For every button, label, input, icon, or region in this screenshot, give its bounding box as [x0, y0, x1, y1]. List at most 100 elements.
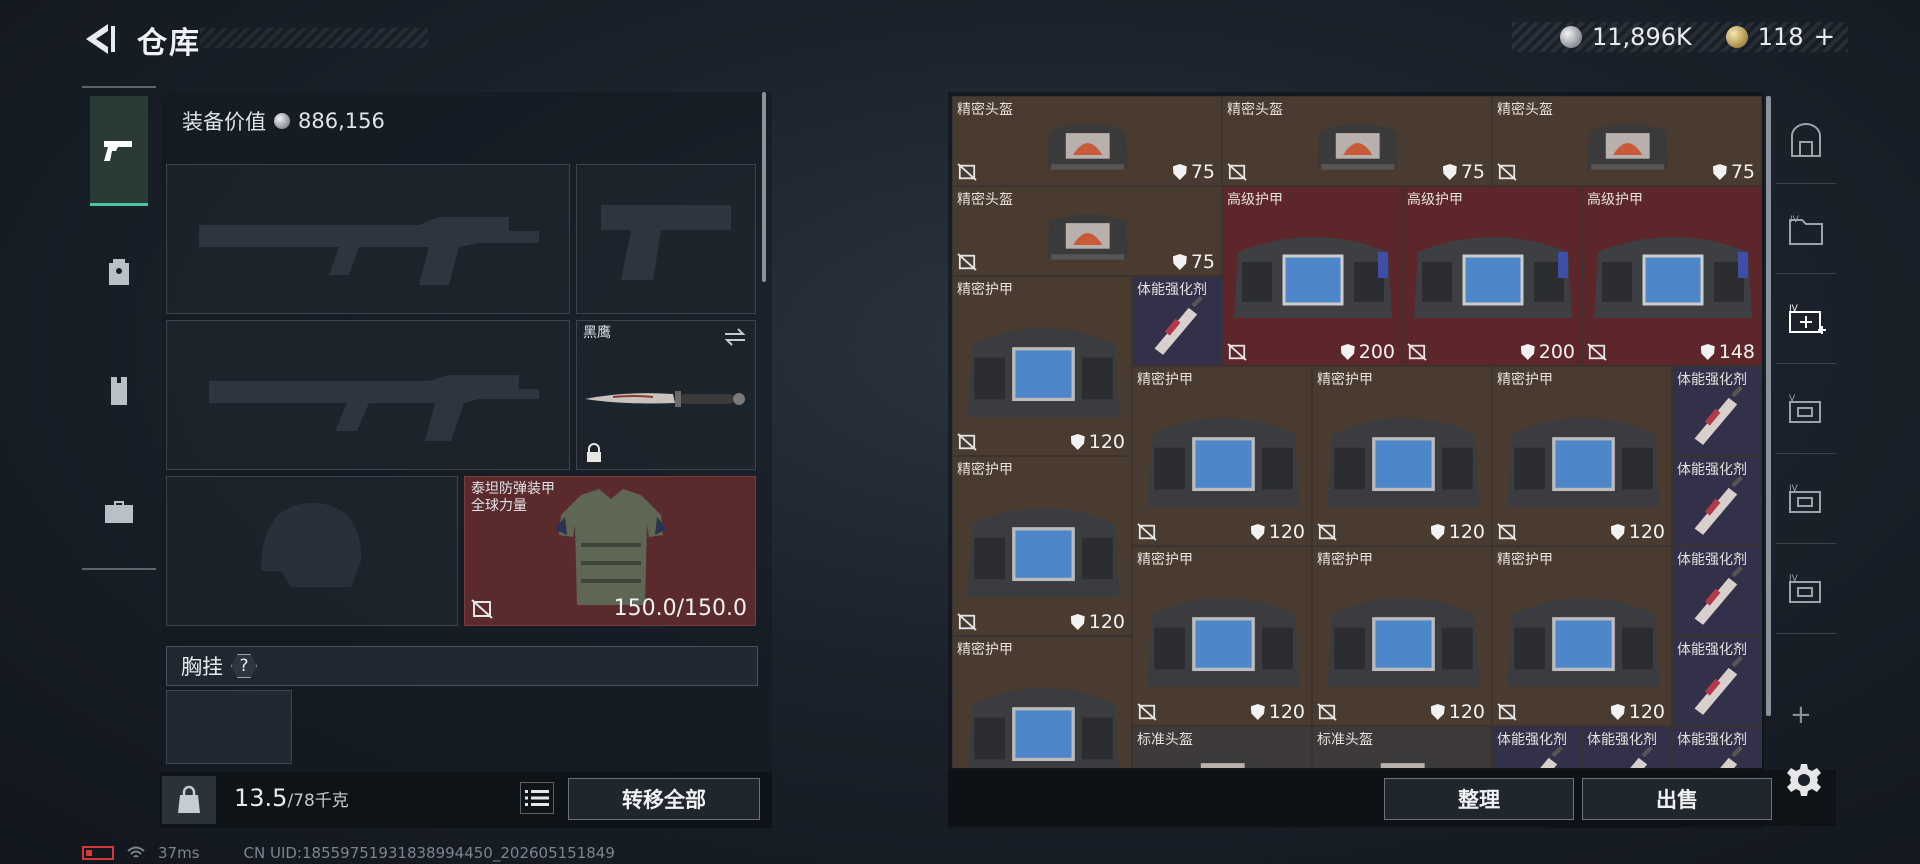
armor-big-icon	[1588, 222, 1758, 336]
stash-item[interactable]: 标准头盔	[1132, 726, 1312, 768]
chest-rig-slot[interactable]	[166, 690, 292, 764]
stash-item-name: 标准头盔	[1317, 732, 1373, 748]
stash-item-durability: 75	[1442, 161, 1485, 183]
stash-item-name: 精密护甲	[1137, 372, 1193, 388]
stash-item[interactable]: 精密头盔 75	[1492, 96, 1762, 186]
sort-button[interactable]: 整理	[1384, 778, 1574, 820]
stash-item[interactable]: 精密头盔 75	[952, 186, 1222, 276]
syringe-icon	[1686, 563, 1750, 631]
stash-item[interactable]: 高级护甲 200	[1402, 186, 1582, 366]
helmet-icon	[1042, 113, 1133, 181]
add-stash-tab-button[interactable]: +	[1790, 700, 1812, 730]
stash-item[interactable]: 高级护甲 200	[1222, 186, 1402, 366]
melee-slot[interactable]: 黑鹰	[576, 320, 756, 470]
svg-text:IV: IV	[1789, 484, 1799, 494]
primary-weapon-slot[interactable]	[166, 164, 570, 314]
syringe-icon	[1686, 653, 1750, 721]
equipment-value: 装备价值 886,156	[182, 106, 385, 136]
stash-item[interactable]: 体能强化剂	[1672, 366, 1762, 456]
helmet-slot[interactable]	[166, 476, 458, 626]
sell-button[interactable]: 出售	[1582, 778, 1772, 820]
add-currency-button[interactable]: +	[1814, 22, 1836, 52]
tab-stash-5[interactable]: V	[1776, 366, 1836, 454]
sidearm-slot[interactable]	[576, 164, 756, 314]
armor-big-icon	[1408, 222, 1578, 336]
stash-item[interactable]: 精密护甲120	[1312, 366, 1492, 546]
help-button[interactable]: ?	[231, 654, 257, 678]
stash-scrollbar[interactable]	[1766, 96, 1771, 716]
stash-item[interactable]: 精密护甲120	[1492, 366, 1672, 546]
tab-case[interactable]	[90, 456, 148, 566]
secondary-weapon-slot[interactable]	[166, 320, 570, 470]
shield-icon	[1610, 524, 1625, 540]
no-trade-icon	[1137, 703, 1157, 721]
stash-item-value: 75	[1190, 161, 1215, 183]
stash-item[interactable]: 体能强化剂	[1672, 456, 1762, 546]
stash-item[interactable]: 精密头盔 75	[952, 96, 1222, 186]
shield-icon	[1700, 344, 1715, 360]
stash-item-durability: 120	[1610, 701, 1665, 723]
title-decoration	[200, 28, 428, 48]
armor-durability: 150.0/150.0	[613, 596, 747, 621]
tab-stash-4d[interactable]: IV	[1776, 546, 1836, 634]
stash-item[interactable]: 体能强化剂	[1672, 726, 1762, 768]
page-title: 仓库	[137, 26, 201, 61]
equipment-scrollbar[interactable]	[762, 92, 766, 282]
stash-item[interactable]: 标准头盔	[1312, 726, 1492, 768]
vault-icon	[1791, 122, 1821, 157]
stash-item[interactable]: 体能强化剂	[1672, 636, 1762, 726]
stash-item[interactable]: 精密护甲120	[1492, 546, 1672, 726]
stash-item-name: 体能强化剂	[1677, 372, 1747, 388]
armor-icon	[1321, 577, 1486, 702]
stash-item-name: 体能强化剂	[1677, 462, 1747, 478]
tab-stash-4c[interactable]: IV	[1776, 456, 1836, 544]
stash-item-name: 精密护甲	[957, 282, 1013, 298]
tab-weapons[interactable]	[90, 96, 148, 206]
lock-icon	[587, 443, 601, 462]
stash-item[interactable]: 精密护甲120	[952, 276, 1132, 456]
tab-backpack[interactable]	[90, 216, 148, 326]
settings-button[interactable]	[1786, 762, 1822, 798]
stash-item[interactable]: 体能强化剂	[1672, 546, 1762, 636]
stash-item[interactable]: 精密护甲120	[952, 636, 1132, 768]
stash-item[interactable]: 体能强化剂	[1582, 726, 1672, 768]
list-view-button[interactable]	[520, 782, 554, 814]
shield-icon	[1070, 614, 1085, 630]
tab-stash-main[interactable]	[1776, 96, 1836, 184]
status-bar: 37ms CN UID:18559751931838994450_2026051…	[82, 844, 615, 862]
stash-item[interactable]: 精密护甲120	[1132, 366, 1312, 546]
swap-icon[interactable]	[723, 327, 747, 347]
syringe-icon	[1686, 383, 1750, 451]
stash-item[interactable]: 精密护甲120	[952, 456, 1132, 636]
weight-lock-button[interactable]	[162, 776, 216, 824]
vest-icon	[111, 377, 127, 405]
chest-rig-header: 胸挂 ?	[166, 646, 758, 686]
shield-icon	[1442, 164, 1457, 180]
stash-item-durability: 75	[1172, 251, 1215, 273]
tab-rig[interactable]	[90, 336, 148, 446]
stash-item-name: 体能强化剂	[1677, 732, 1747, 748]
stash-item[interactable]: 高级护甲 148	[1582, 186, 1762, 366]
armor-icon	[1141, 577, 1306, 702]
no-trade-icon	[1227, 163, 1247, 181]
syringe-icon	[1146, 293, 1210, 361]
stash-item[interactable]: 体能强化剂	[1492, 726, 1582, 768]
list-icon	[525, 790, 549, 806]
stash-item-durability: 120	[1250, 701, 1305, 723]
stash-item[interactable]: 精密护甲120	[1312, 546, 1492, 726]
stash-item[interactable]: 体能强化剂	[1132, 276, 1222, 366]
no-trade-icon	[1137, 523, 1157, 541]
transfer-all-button[interactable]: 转移全部	[568, 778, 760, 820]
stash-item-value: 120	[1628, 521, 1665, 543]
pistol-silhouette-icon	[601, 205, 731, 280]
tab-stash-4b[interactable]: IV	[1776, 276, 1836, 364]
stash-item[interactable]: 精密头盔 75	[1222, 96, 1492, 186]
armor-slot[interactable]: 泰坦防弹装甲 全球力量 150.0/150.0	[464, 476, 756, 626]
tab-stash-4a[interactable]: IV	[1776, 186, 1836, 274]
syringe-icon	[1686, 473, 1750, 541]
user-uid: CN UID:18559751931838994450_202605151849	[243, 844, 615, 862]
stash-item[interactable]: 精密护甲120	[1132, 546, 1312, 726]
gear-icon	[1787, 764, 1821, 796]
shield-icon	[1430, 704, 1445, 720]
back-button[interactable]	[80, 20, 120, 58]
